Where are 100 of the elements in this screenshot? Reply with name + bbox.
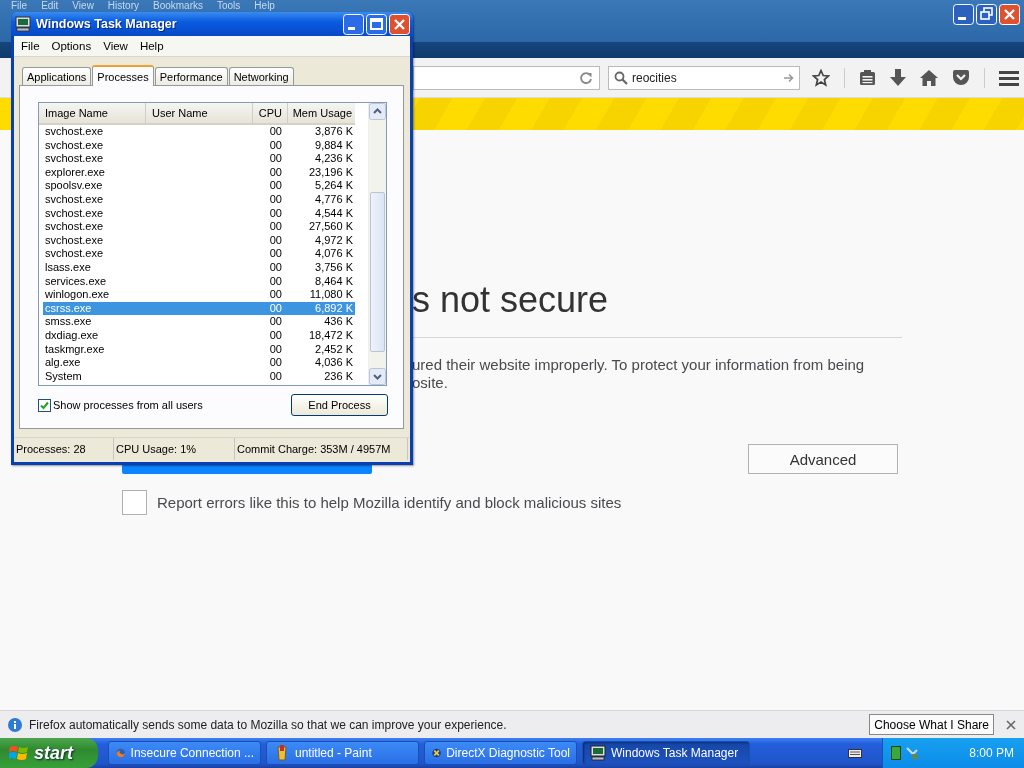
checkbox[interactable] <box>38 398 51 412</box>
table-cell-text: 00 <box>268 206 283 221</box>
table-cell-text: 3,756 K <box>314 260 354 275</box>
menu-icon[interactable] <box>999 69 1019 86</box>
table-cell-text: 4,036 K <box>314 356 354 370</box>
table-cell-text: explorer.exe <box>44 165 106 180</box>
table-cell-text: 00 <box>268 260 283 275</box>
tray-icon[interactable] <box>891 746 901 760</box>
column-header[interactable]: User Name <box>146 103 253 123</box>
table-row[interactable]: svchost.exe 00 3,876 K <box>43 125 355 139</box>
table-row[interactable]: winlogon.exe 00 11,080 K <box>43 288 355 302</box>
table-row[interactable]: services.exe 00 8,464 K <box>43 274 355 289</box>
table-row[interactable]: alg.exe 00 4,036 K <box>43 356 355 370</box>
taskbar-button[interactable]: DirectX Diagnostic Tool <box>424 741 577 765</box>
reading-list-icon[interactable] <box>859 69 876 86</box>
table-row[interactable]: spoolsv.exe 00 5,264 K <box>43 179 355 193</box>
share-button[interactable]: Choose What I Share <box>869 714 994 735</box>
table-cell-text: winlogon.exe <box>44 288 111 302</box>
table-cell-text: spoolsv.exe <box>44 179 104 193</box>
advanced-button[interactable]: Advanced <box>748 444 898 474</box>
table-cell-text: 00 <box>268 342 283 357</box>
end-process-button[interactable]: End Process <box>291 394 388 416</box>
tab[interactable]: Applications <box>22 67 92 85</box>
table-cell-text: 6,892 K <box>314 301 354 316</box>
network-icon[interactable] <box>905 746 919 760</box>
table-cell-text: 18,472 K <box>307 328 354 343</box>
table-row[interactable]: dxdiag.exe 00 18,472 K <box>43 328 355 343</box>
restore-button[interactable] <box>976 4 997 25</box>
start-button[interactable]: start <box>0 738 98 768</box>
table-row[interactable]: svchost.exe 00 4,544 K <box>43 206 355 221</box>
table-row[interactable]: lsass.exe 00 3,756 K <box>43 260 355 275</box>
download-icon[interactable] <box>890 69 906 86</box>
menu-item[interactable]: File <box>15 40 46 52</box>
taskbar-button[interactable]: untitled - Paint <box>266 741 419 765</box>
table-cell-text: 5,264 K <box>314 179 354 193</box>
minimize-button[interactable] <box>343 13 364 35</box>
table-cell-text: 00 <box>268 288 283 302</box>
scroll-up-icon[interactable] <box>369 103 386 120</box>
column-header[interactable]: Mem Usage <box>288 103 355 123</box>
table-row[interactable]: svchost.exe 00 4,972 K <box>43 233 355 248</box>
search-icon <box>614 70 628 85</box>
close-icon[interactable] <box>1006 719 1016 730</box>
home-icon[interactable] <box>920 69 938 86</box>
scrollbar-thumb[interactable] <box>370 192 385 352</box>
table-cell-text: 4,544 K <box>314 206 354 221</box>
menu-item[interactable]: Help <box>133 40 170 52</box>
table-cell-text: 00 <box>268 274 283 289</box>
tab[interactable]: Processes <box>92 65 154 86</box>
table-cell-text: 00 <box>268 233 283 248</box>
table-row[interactable]: svchost.exe 00 4,236 K <box>43 152 355 166</box>
menu-item[interactable]: Options <box>45 40 98 52</box>
table-row[interactable]: explorer.exe 00 23,196 K <box>43 165 355 180</box>
minimize-button[interactable] <box>953 4 974 25</box>
table-row[interactable]: taskmgr.exe 00 2,452 K <box>43 342 355 357</box>
table-row[interactable]: smss.exe 00 436 K <box>43 315 355 329</box>
close-button[interactable] <box>389 13 410 35</box>
table-row[interactable]: svchost.exe 00 4,076 K <box>43 247 355 261</box>
primary-button[interactable] <box>122 464 372 474</box>
table-row[interactable]: svchost.exe 00 4,776 K <box>43 192 355 207</box>
status-text: CPU Usage: 1% <box>114 438 235 460</box>
table-cell-text: 00 <box>268 125 283 139</box>
computer-icon <box>590 745 606 761</box>
tab[interactable]: Performance <box>154 67 228 85</box>
taskbar-button[interactable]: Insecure Connection ... <box>108 741 261 765</box>
column-header[interactable]: Image Name <box>39 103 146 123</box>
table-cell-text: svchost.exe <box>44 220 105 234</box>
table-cell-text: csrss.exe <box>44 301 93 316</box>
table-cell-text: svchost.exe <box>44 192 105 207</box>
address-field[interactable] <box>413 65 600 90</box>
scroll-down-icon[interactable] <box>369 368 386 385</box>
status-text: Commit Charge: 353M / 4957M <box>235 438 408 460</box>
maximize-button[interactable] <box>366 13 387 35</box>
reload-icon[interactable] <box>579 70 593 85</box>
search-field[interactable]: reocities <box>608 65 800 90</box>
table-row[interactable]: System 00 236 K <box>43 369 355 384</box>
table-cell-text: 436 K <box>323 315 354 329</box>
tab[interactable]: Networking <box>228 67 294 85</box>
info-icon <box>8 717 22 732</box>
table-row[interactable]: svchost.exe 00 9,884 K <box>43 138 355 153</box>
scrollbar[interactable] <box>368 103 386 385</box>
checkbox[interactable] <box>122 490 147 515</box>
table-cell-text: 4,972 K <box>314 233 354 248</box>
arrow-icon[interactable] <box>784 72 794 83</box>
keyboard-icon[interactable] <box>848 747 862 759</box>
table-cell-text: 00 <box>268 356 283 370</box>
checkbox-label: Show processes from all users <box>53 399 203 411</box>
pocket-icon[interactable] <box>952 69 970 86</box>
table-cell-text: 00 <box>268 152 283 166</box>
table-cell-text: svchost.exe <box>44 206 105 221</box>
table-cell-text: 9,884 K <box>314 138 354 153</box>
star-icon[interactable] <box>812 68 830 87</box>
column-header[interactable]: CPU <box>253 103 288 123</box>
table-cell-text: 00 <box>268 301 283 316</box>
table-row[interactable]: svchost.exe 00 27,560 K <box>43 220 355 234</box>
close-button[interactable] <box>999 4 1020 25</box>
table-cell-text: svchost.exe <box>44 125 105 139</box>
menu-item[interactable]: View <box>97 40 134 52</box>
table-cell-text: 3,876 K <box>314 125 354 139</box>
taskbar-button[interactable]: Windows Task Manager <box>582 741 750 765</box>
table-cell-text: 00 <box>268 138 283 153</box>
